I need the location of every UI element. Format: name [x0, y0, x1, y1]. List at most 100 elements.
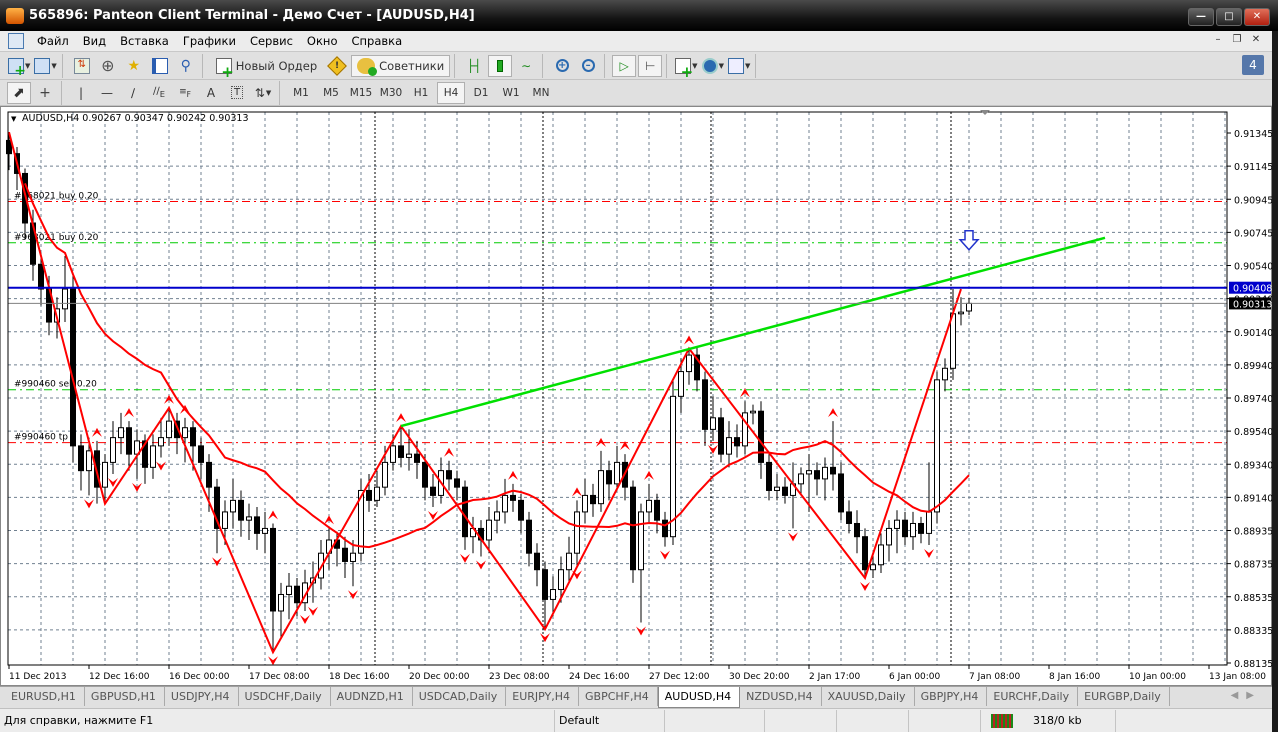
timeframe-m30[interactable]: M30 [377, 82, 405, 104]
tab-xauusd-daily[interactable]: XAUUSD,Daily [822, 687, 915, 706]
timeframe-m1[interactable]: M1 [287, 82, 315, 104]
indicators-button[interactable]: + ▼ [674, 55, 698, 79]
menu-tools[interactable]: Сервис [243, 31, 300, 51]
alerts-button[interactable]: ! [325, 55, 349, 77]
tab-eurgbp-daily[interactable]: EURGBP,Daily [1078, 687, 1170, 706]
menu-help[interactable]: Справка [344, 31, 409, 51]
crosshair-tool[interactable]: + [33, 82, 57, 104]
fibonacci-tool[interactable]: ≡F [173, 82, 197, 104]
terminal-button[interactable] [148, 55, 172, 77]
resistance-price-label: 0.90408 [1233, 284, 1272, 295]
cursor-tool[interactable]: ⬈ [7, 81, 31, 104]
menu-insert[interactable]: Вставка [113, 31, 176, 51]
menu-view[interactable]: Вид [76, 31, 113, 51]
status-cell [837, 709, 909, 732]
horizontal-line-tool[interactable]: — [95, 82, 119, 104]
time-tick-label: 12 Dec 16:00 [89, 672, 150, 682]
equidistant-channel-tool[interactable]: ∕∕E [147, 82, 171, 104]
candle [782, 477, 788, 504]
line-chart-button[interactable]: ∼ [514, 55, 538, 77]
periods-button[interactable]: ▼ [701, 55, 725, 77]
templates-button[interactable]: ▼ [727, 55, 751, 77]
candle [358, 478, 364, 562]
text-label-tool[interactable]: T [225, 82, 249, 104]
timeframe-m5[interactable]: M5 [317, 82, 345, 104]
tab-usdcad-daily[interactable]: USDCAD,Daily [413, 687, 507, 706]
connection-status[interactable]: 318/0 kb [981, 709, 1116, 732]
maximize-button[interactable]: □ [1216, 8, 1242, 26]
tab-nzdusd-h4[interactable]: NZDUSD,H4 [740, 687, 822, 706]
bear-candle-body [542, 569, 548, 600]
cursor-icon: ⬈ [13, 84, 25, 101]
price-chart[interactable]: #968021 buy 0.20#968021 buy 0.20#990460 … [0, 106, 1272, 686]
new-order-button[interactable]: + Новый Ордер [210, 55, 323, 79]
navigator-button[interactable]: ★ [122, 55, 146, 77]
candle [110, 421, 116, 474]
close-button[interactable]: ✕ [1244, 8, 1270, 26]
tab-usdjpy-h4[interactable]: USDJPY,H4 [165, 687, 239, 706]
magnifier-icon: ⚲ [180, 57, 191, 74]
market-watch-button[interactable]: ⇅ [70, 55, 94, 77]
auto-scroll-button[interactable]: ▷ [612, 54, 637, 77]
bull-candle-body [878, 544, 884, 566]
menu-file[interactable]: Файл [30, 31, 76, 51]
text-tool[interactable]: A [199, 82, 223, 104]
notifications-badge[interactable]: 4 [1242, 55, 1264, 75]
price-tick-label: 0.88135 [1234, 659, 1272, 670]
candle [702, 371, 708, 446]
new-chart-button[interactable]: + ▼ [7, 55, 31, 78]
mdi-close-button[interactable]: ✕ [1248, 33, 1264, 48]
chart-menu-triangle-icon[interactable]: ▼ [11, 115, 17, 123]
timeframe-m15[interactable]: M15 [347, 82, 375, 104]
timeframe-d1[interactable]: D1 [467, 82, 495, 104]
bull-candle-body [262, 527, 268, 534]
tab-eurusd-h1[interactable]: EURUSD,H1 [5, 687, 85, 706]
mdi-minimize-button[interactable]: – [1210, 33, 1226, 48]
timeframe-mn[interactable]: MN [527, 82, 555, 104]
tab-usdchf-daily[interactable]: USDCHF,Daily [239, 687, 331, 706]
chart-shift-button[interactable]: ⊢ [638, 54, 663, 77]
menu-window[interactable]: Окно [300, 31, 345, 51]
bear-candle-body [854, 522, 860, 538]
timeframe-h1[interactable]: H1 [407, 82, 435, 104]
bull-candle-body [374, 486, 380, 501]
tab-gbpusd-h1[interactable]: GBPUSD,H1 [85, 687, 165, 706]
bull-candle-body [750, 410, 756, 414]
minimize-button[interactable]: — [1188, 8, 1214, 26]
zoom-out-button[interactable]: – [576, 55, 600, 77]
market-watch-icon: ⇅ [73, 57, 90, 74]
zoom-in-button[interactable]: + [550, 55, 574, 77]
tab-scroll-arrows-icon[interactable]: ◀▶ [1231, 690, 1262, 701]
candle [886, 520, 892, 562]
profiles-button[interactable]: ▼ [33, 55, 57, 77]
trendline-tool[interactable]: ∕ [121, 82, 145, 104]
timeframe-h4[interactable]: H4 [437, 81, 465, 104]
tab-audusd-h4[interactable]: AUDUSD,H4 [657, 687, 741, 708]
bull-candle-body [958, 311, 964, 315]
bear-candle-body [534, 552, 540, 571]
price-axis: 0.91345 0.91145 0.90945 0.90745 0.90540 0.903… [1227, 129, 1272, 670]
candlestick-chart-button[interactable] [488, 54, 513, 77]
tab-eurjpy-h4[interactable]: EURJPY,H4 [506, 687, 580, 706]
expert-advisors-button[interactable]: Советники [351, 54, 451, 77]
arrows-tool[interactable]: ⇅ ▼ [251, 82, 275, 104]
strategy-tester-button[interactable]: ⚲ [174, 55, 198, 77]
expert-advisors-label: Советники [379, 58, 445, 73]
time-tick-label: 27 Dec 12:00 [649, 672, 710, 682]
time-tick-label: 16 Dec 00:00 [169, 672, 230, 682]
tab-gbpchf-h4[interactable]: GBPCHF,H4 [579, 687, 658, 706]
mdi-restore-button[interactable]: ❐ [1229, 33, 1245, 48]
tab-gbpjpy-h4[interactable]: GBPJPY,H4 [915, 687, 988, 706]
data-window-button[interactable]: ⊕ [96, 55, 120, 77]
status-cell [665, 709, 765, 732]
bar-chart-button[interactable]: ├┤ [462, 55, 486, 77]
timeframe-w1[interactable]: W1 [497, 82, 525, 104]
candle [630, 480, 636, 583]
tab-eurchf-daily[interactable]: EURCHF,Daily [987, 687, 1079, 706]
vertical-line-tool[interactable]: | [69, 82, 93, 104]
tab-audnzd-h1[interactable]: AUDNZD,H1 [331, 687, 413, 706]
fractal-down-icon [788, 532, 798, 542]
chart-window-icon[interactable] [8, 33, 24, 49]
price-tick-label: 0.89740 [1234, 394, 1272, 405]
menu-charts[interactable]: Графики [176, 31, 243, 51]
